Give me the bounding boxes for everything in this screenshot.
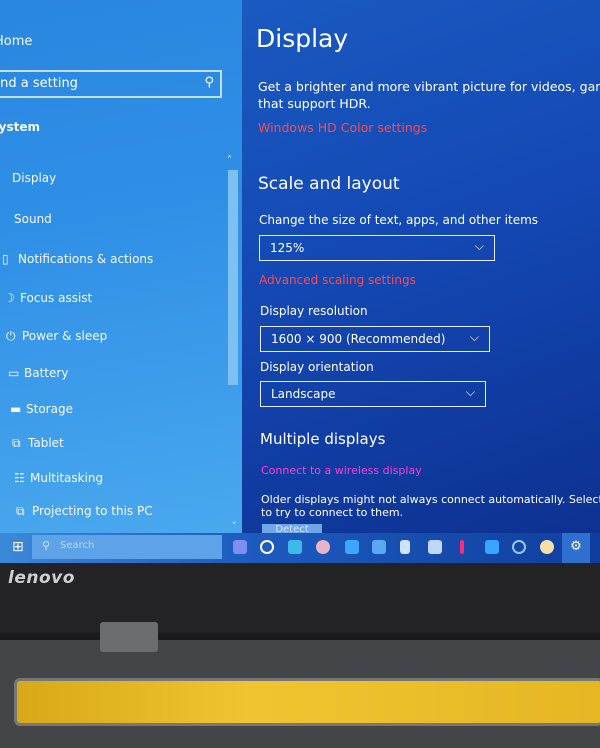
battery-icon: ▭: [8, 366, 20, 380]
store-icon[interactable]: [345, 540, 359, 554]
weather-icon[interactable]: [540, 540, 554, 554]
sidebar-item-focus-assist[interactable]: ☽ Focus assist: [4, 291, 92, 305]
orientation-label: Display orientation: [260, 360, 374, 374]
orientation-value: Landscape: [271, 387, 336, 401]
sidebar-item-display[interactable]: Display: [0, 171, 56, 185]
scale-dropdown[interactable]: 125% ⌵: [259, 235, 495, 261]
sidebar-item-battery[interactable]: ▭ Battery: [8, 366, 68, 380]
sidebar-item-storage[interactable]: ▬ Storage: [10, 402, 73, 416]
edge-icon[interactable]: [288, 540, 302, 554]
sidebar-item-multitasking[interactable]: ☷ Multitasking: [14, 471, 103, 485]
older-displays-text-2: to try to connect to them.: [261, 506, 404, 519]
resolution-value: 1600 × 900 (Recommended): [271, 332, 446, 346]
settings-sidebar: Home Find a setting ⚲ System Display Sound…: [0, 0, 242, 533]
projecting-icon: ⧉: [16, 504, 25, 518]
sidebar-item-label: Tablet: [28, 436, 64, 450]
storage-icon: ▬: [10, 402, 22, 416]
tablet-icon: ⧉: [12, 436, 21, 450]
sidebar-item-label: Sound: [14, 212, 52, 226]
sidebar-item-notifications-actions[interactable]: ▯ Notifications & actions: [2, 252, 153, 266]
sidebar-item-tablet[interactable]: ⧉ Tablet: [12, 436, 64, 451]
laptop-hinge: [100, 622, 158, 652]
find-setting-input[interactable]: Find a setting ⚲: [0, 70, 222, 98]
notification-icon: ▯: [2, 252, 9, 266]
search-icon: ⚲: [42, 539, 51, 552]
photos-icon[interactable]: [428, 540, 442, 554]
sidebar-item-label: Display: [12, 171, 57, 185]
laptop-bezel: [0, 563, 600, 633]
resolution-dropdown[interactable]: 1600 × 900 (Recommended) ⌵: [260, 326, 490, 352]
sidebar-item-label: Battery: [24, 366, 69, 380]
taskbar-search[interactable]: ⚲ Search: [32, 535, 222, 559]
sidebar-item-sound[interactable]: Sound: [0, 212, 52, 226]
scroll-up-icon[interactable]: ˄: [227, 155, 232, 166]
settings-icon[interactable]: ⚙: [562, 533, 590, 563]
older-displays-text: Older displays might not always connect …: [261, 493, 600, 506]
camera-icon[interactable]: [372, 540, 386, 554]
advanced-scaling-link[interactable]: Advanced scaling settings: [259, 273, 416, 287]
scrollbar[interactable]: [228, 170, 238, 385]
search-placeholder: Search: [60, 540, 95, 551]
calculator-icon[interactable]: [485, 540, 499, 554]
whatsapp-icon[interactable]: [260, 540, 274, 554]
media-player-icon[interactable]: [512, 540, 526, 554]
wireless-display-link[interactable]: Connect to a wireless display: [261, 464, 422, 477]
chevron-down-icon: ⌵: [469, 330, 479, 344]
windows-start-icon[interactable]: ⊞: [12, 539, 24, 555]
file-icon[interactable]: [400, 540, 410, 554]
moon-icon: ☽: [4, 291, 15, 305]
search-icon: ⚲: [204, 75, 214, 90]
app-icon[interactable]: [460, 540, 464, 554]
taskbar: ⊞ ⚲ Search ⚙: [0, 533, 600, 563]
keyboard-strip: [14, 678, 600, 726]
cortana-icon[interactable]: [233, 540, 247, 554]
search-placeholder: Find a setting: [0, 76, 78, 91]
scale-heading: Scale and layout: [258, 174, 400, 194]
multiple-displays-heading: Multiple displays: [260, 430, 386, 448]
sidebar-item-label: Projecting to this PC: [32, 504, 153, 518]
scroll-down-icon[interactable]: ˅: [232, 522, 237, 532]
chevron-down-icon: ⌵: [465, 385, 475, 399]
multitasking-icon: ☷: [14, 471, 25, 485]
sidebar-item-label: Storage: [26, 402, 73, 416]
hdr-description: Get a brighter and more vibrant picture …: [258, 79, 600, 94]
chrome-icon[interactable]: [316, 540, 330, 554]
orientation-dropdown[interactable]: Landscape ⌵: [260, 381, 486, 407]
power-icon: ⏻: [6, 329, 16, 343]
scale-label: Change the size of text, apps, and other…: [259, 213, 539, 227]
chevron-down-icon: ⌵: [474, 239, 484, 253]
sidebar-item-projecting-to-this-pc[interactable]: ⧉ Projecting to this PC: [16, 504, 153, 519]
hdr-description-2: that support HDR.: [258, 96, 371, 111]
scale-value: 125%: [270, 241, 305, 255]
screen: Home Find a setting ⚲ System Display Sound…: [0, 0, 600, 563]
sidebar-item-label: Focus assist: [20, 291, 93, 305]
page-title: Display: [256, 24, 349, 53]
home-link[interactable]: Home: [0, 34, 32, 49]
display-page: Display Get a brighter and more vibrant …: [242, 0, 600, 538]
resolution-label: Display resolution: [260, 304, 368, 318]
sidebar-item-label: Notifications & actions: [18, 252, 154, 266]
lenovo-logo: lenovo: [8, 568, 75, 588]
hd-color-link[interactable]: Windows HD Color settings: [258, 120, 427, 135]
sidebar-item-power-sleep[interactable]: ⏻ Power & sleep: [6, 329, 107, 344]
sidebar-item-label: Power & sleep: [22, 329, 108, 343]
section-heading: System: [0, 120, 40, 134]
sidebar-item-label: Multitasking: [30, 471, 104, 485]
